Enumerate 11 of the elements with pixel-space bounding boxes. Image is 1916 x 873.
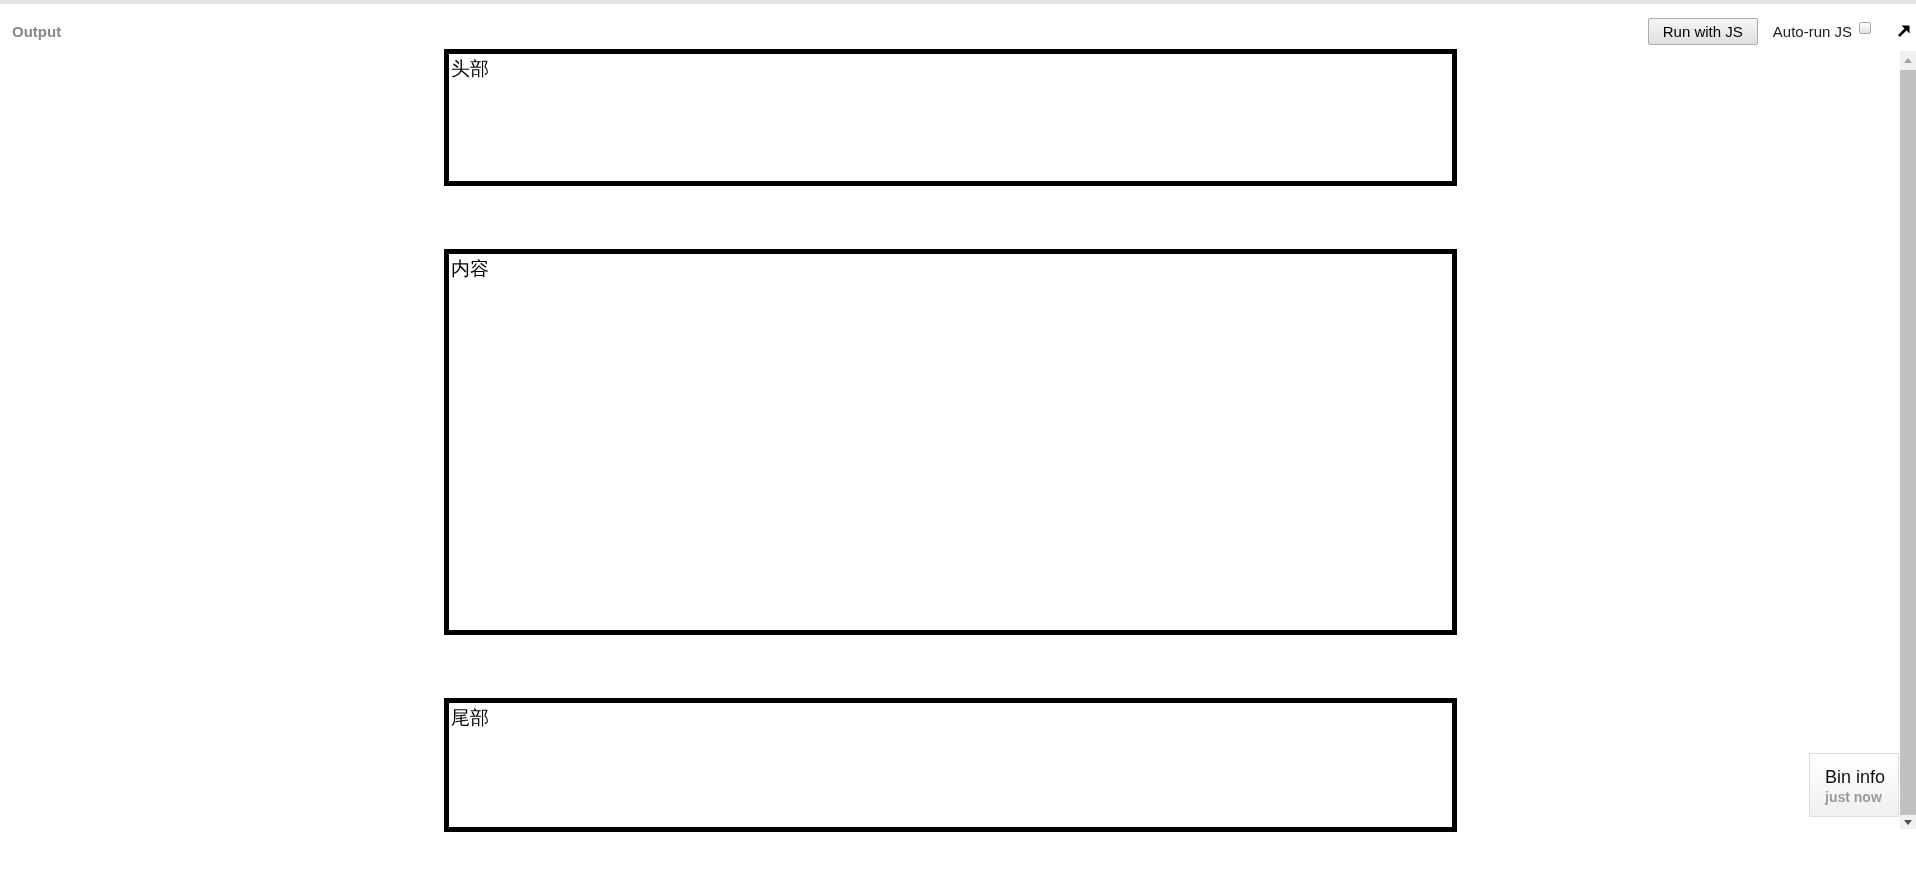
bin-info-title: Bin info xyxy=(1825,766,1886,788)
auto-run-label: Auto-run JS xyxy=(1772,22,1852,42)
bin-info-panel[interactable]: Bin info just now xyxy=(1809,753,1899,817)
panel-label: 头部 xyxy=(450,57,489,80)
output-label: Output xyxy=(12,23,62,40)
run-button[interactable]: Run with JS xyxy=(1647,18,1758,45)
panel-label: 内容 xyxy=(450,257,489,280)
auto-run-checkbox[interactable] xyxy=(1859,22,1871,34)
arrow-icon[interactable] xyxy=(1898,25,1910,37)
bin-info-time: just now xyxy=(1825,788,1882,806)
panel-label: 尾部 xyxy=(450,706,489,729)
